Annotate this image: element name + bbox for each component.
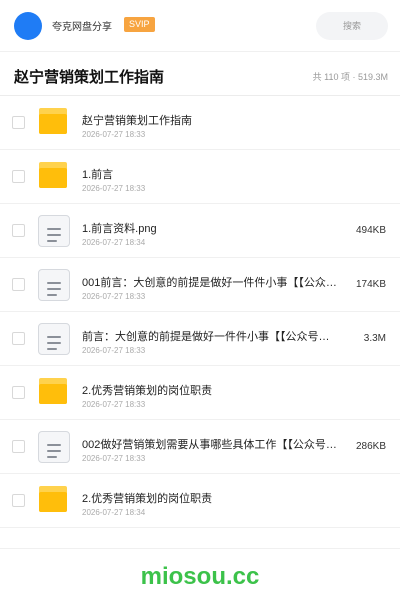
file-date: 2026-07-27 18:34 [82, 238, 146, 247]
file-size: 494KB [355, 225, 386, 236]
row-checkbox[interactable] [12, 116, 25, 129]
row-checkbox[interactable] [12, 386, 25, 399]
folder-summary: 共 110 项 · 519.3M [312, 72, 388, 82]
file-name[interactable]: 1.前言资料.png [82, 220, 340, 236]
row-checkbox[interactable] [12, 224, 25, 237]
document-icon [38, 215, 70, 247]
file-row[interactable]: 前言：大创意的前提是做好一件件小事【【公众号：密知 2026-07-27 18:3… [0, 312, 400, 366]
row-checkbox[interactable] [12, 170, 25, 183]
file-size: 3.3M [363, 333, 386, 344]
folder-icon [38, 107, 70, 139]
row-checkbox[interactable] [12, 332, 25, 345]
footer: miosou.cc [0, 548, 400, 600]
file-row[interactable]: 002做好营销策划需要从事哪些具体工作【【公众号：密知 2026-07-27 18… [0, 420, 400, 474]
file-date: 2026-07-27 18:33 [82, 454, 146, 463]
file-date: 2026-07-27 18:34 [82, 508, 146, 517]
file-row[interactable]: 1.前言 2026-07-27 18:33 [0, 150, 400, 204]
file-date: 2026-07-27 18:33 [82, 292, 146, 301]
folder-icon [38, 485, 70, 517]
page-title: 赵宁营销策划工作指南 [14, 69, 165, 86]
file-name[interactable]: 前言：大创意的前提是做好一件件小事【【公众号：密知 [82, 328, 340, 344]
row-checkbox[interactable] [12, 440, 25, 453]
file-row[interactable]: 1.前言资料.png 2026-07-27 18:34 494KB [0, 204, 400, 258]
file-size: 174KB [355, 279, 386, 290]
file-row[interactable]: 2.优秀营销策划的岗位职责 2026-07-27 18:34 [0, 474, 400, 528]
top-bar: 夸克网盘分享 SVIP 搜索 [0, 0, 400, 52]
watermark-text: miosou.cc [140, 563, 260, 590]
folder-icon [38, 161, 70, 193]
user-name[interactable]: 夸克网盘分享 [52, 18, 112, 33]
document-icon [38, 431, 70, 463]
file-date: 2026-07-27 18:33 [82, 130, 146, 139]
folder-header: 赵宁营销策划工作指南 共 110 项 · 519.3M [0, 52, 400, 96]
file-size: 286KB [355, 441, 386, 452]
row-checkbox[interactable] [12, 494, 25, 507]
file-row[interactable]: 2.优秀营销策划的岗位职责 2026-07-27 18:33 [0, 366, 400, 420]
file-date: 2026-07-27 18:33 [82, 400, 146, 409]
file-name[interactable]: 1.前言 [82, 166, 354, 182]
file-row[interactable]: 赵宁营销策划工作指南 2026-07-27 18:33 [0, 96, 400, 150]
file-date: 2026-07-27 18:33 [82, 184, 146, 193]
file-row[interactable]: 001前言：大创意的前提是做好一件件小事【【公众号：密知 2026-07-27 1… [0, 258, 400, 312]
file-name[interactable]: 001前言：大创意的前提是做好一件件小事【【公众号：密知 [82, 274, 340, 290]
file-name[interactable]: 赵宁营销策划工作指南 [82, 112, 354, 128]
folder-icon [38, 377, 70, 409]
row-checkbox[interactable] [12, 278, 25, 291]
svip-badge: SVIP [124, 17, 155, 32]
document-icon [38, 269, 70, 301]
document-icon [38, 323, 70, 355]
file-date: 2026-07-27 18:33 [82, 346, 146, 355]
search-input[interactable]: 搜索 [316, 12, 388, 40]
file-name[interactable]: 2.优秀营销策划的岗位职责 [82, 490, 354, 506]
avatar[interactable] [14, 12, 42, 40]
file-name[interactable]: 2.优秀营销策划的岗位职责 [82, 382, 354, 398]
file-list: 赵宁营销策划工作指南 2026-07-27 18:33 1.前言 2026-07-27… [0, 96, 400, 528]
file-name[interactable]: 002做好营销策划需要从事哪些具体工作【【公众号：密知 [82, 436, 340, 452]
